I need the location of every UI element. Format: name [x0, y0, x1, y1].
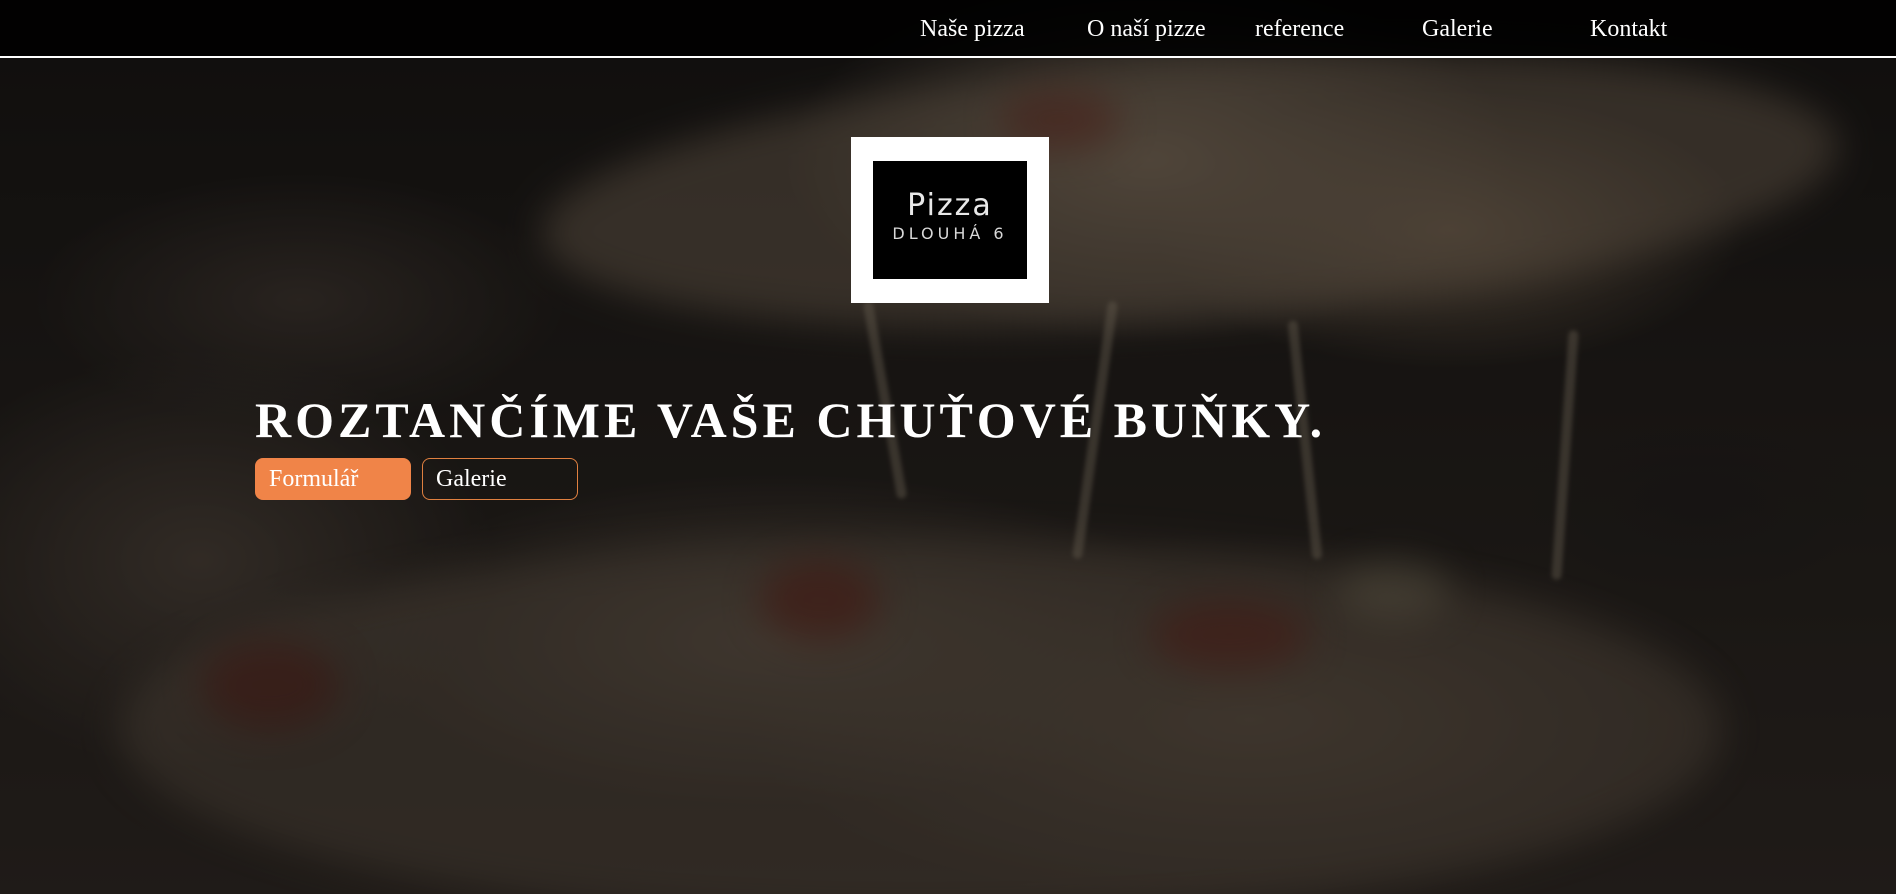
top-navigation: Naše pizza O naší pizze reference Galeri… — [0, 0, 1896, 58]
hero-headline: ROZTANČÍME VAŠE CHUŤOVÉ BUŇKY. — [255, 392, 1327, 448]
logo-title: Pizza — [907, 188, 993, 223]
nav-link-kontakt[interactable]: Kontakt — [1590, 14, 1667, 44]
nav-link-o-nasi-pizze[interactable]: O naší pizze — [1087, 14, 1206, 44]
nav-link-nase-pizza[interactable]: Naše pizza — [920, 14, 1025, 44]
site-logo: Pizza DLOUHÁ 6 — [851, 137, 1049, 303]
nav-link-reference[interactable]: reference — [1255, 14, 1344, 44]
gallery-button[interactable]: Galerie — [422, 458, 578, 500]
logo-badge: Pizza DLOUHÁ 6 — [873, 161, 1027, 279]
form-button[interactable]: Formulář — [255, 458, 411, 500]
nav-link-galerie[interactable]: Galerie — [1422, 14, 1493, 44]
logo-subtitle: DLOUHÁ 6 — [892, 224, 1008, 243]
